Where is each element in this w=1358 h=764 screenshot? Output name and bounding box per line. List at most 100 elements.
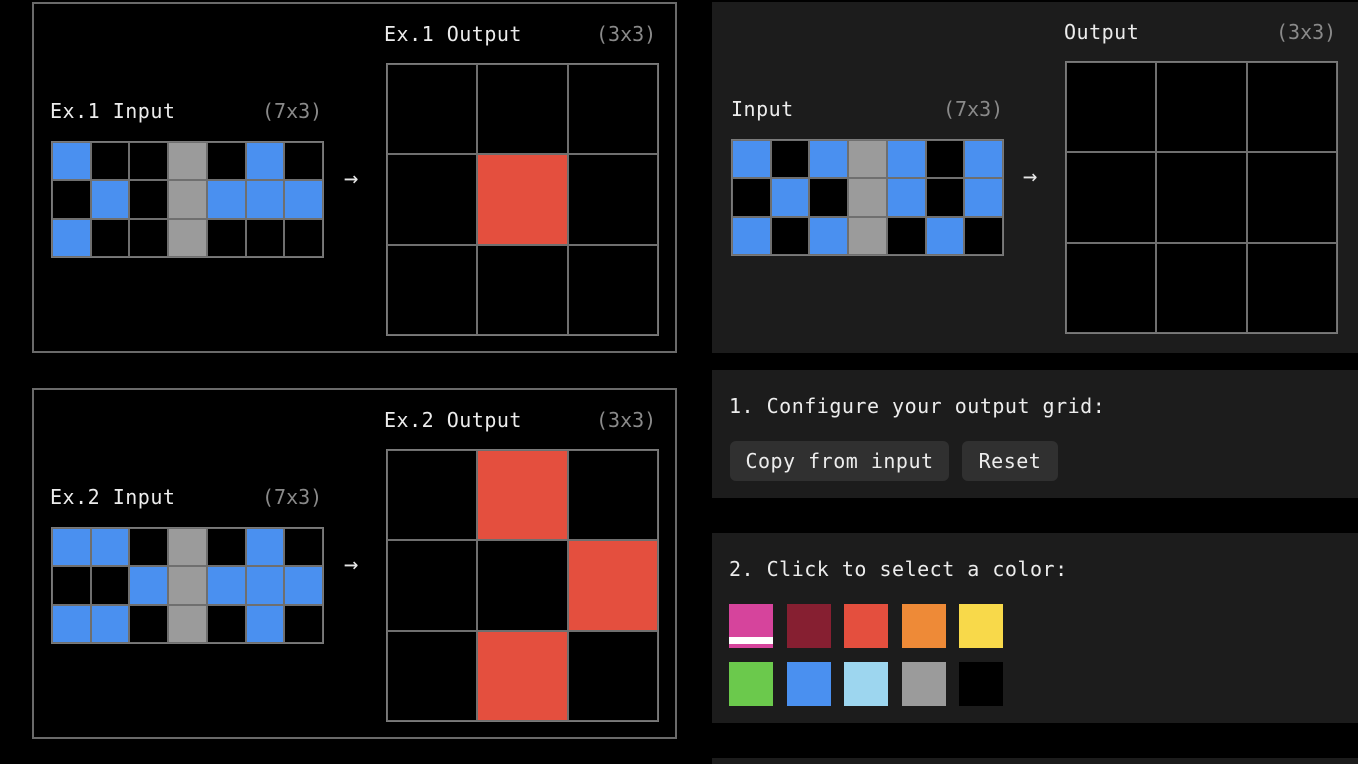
grid-cell [925, 140, 965, 179]
grid-cell [732, 140, 771, 179]
grid-cell [567, 154, 658, 245]
color-swatch-light-blue[interactable] [844, 662, 888, 706]
ex2-arrow-icon: → [344, 550, 359, 578]
grid-cell[interactable] [1066, 242, 1157, 333]
color-swatch-yellow[interactable] [959, 604, 1003, 648]
ex1-output-label: Ex.1 Output [384, 22, 522, 46]
grid-cell [206, 528, 246, 567]
grid-cell [90, 604, 130, 643]
grid-cell [90, 218, 130, 257]
ex1-output-dims: (3x3) [596, 22, 657, 46]
ex2-input-grid [51, 527, 324, 644]
color-select-heading: 2. Click to select a color: [729, 557, 1068, 581]
ex2-output-label: Ex.2 Output [384, 408, 522, 432]
grid-cell [770, 216, 810, 255]
grid-cell [52, 528, 91, 567]
ex1-input-grid [51, 141, 324, 258]
grid-cell [886, 140, 926, 179]
grid-cell [245, 528, 285, 567]
copy-from-input-button[interactable]: Copy from input [730, 441, 949, 481]
grid-cell [206, 604, 246, 643]
grid-cell [52, 142, 91, 181]
grid-cell [809, 216, 849, 255]
grid-cell[interactable] [1066, 152, 1157, 243]
grid-cell [387, 630, 478, 721]
grid-cell [770, 140, 810, 179]
grid-cell [52, 604, 91, 643]
grid-cell [52, 566, 91, 605]
ex2-input-dims: (7x3) [262, 485, 323, 509]
grid-cell [90, 566, 130, 605]
grid-cell [129, 180, 169, 219]
example-1-panel: Ex.1 Output (3x3) Ex.1 Input (7x3) → [32, 2, 677, 353]
grid-cell[interactable] [1156, 62, 1247, 153]
color-swatch-green[interactable] [729, 662, 773, 706]
grid-cell [245, 180, 285, 219]
grid-cell [206, 142, 246, 181]
color-swatch-magenta[interactable] [729, 604, 773, 648]
grid-cell [886, 216, 926, 255]
grid-cell [964, 140, 1003, 179]
color-swatch-gray[interactable] [901, 662, 946, 706]
bottom-divider [712, 758, 1358, 764]
grid-cell [206, 218, 246, 257]
grid-cell[interactable] [1246, 242, 1337, 333]
grid-cell [886, 178, 926, 217]
reset-button[interactable]: Reset [962, 441, 1058, 481]
grid-cell [567, 64, 658, 155]
grid-cell[interactable] [1246, 62, 1337, 153]
color-swatch-black[interactable] [959, 662, 1003, 706]
color-select-card: 2. Click to select a color: [712, 533, 1358, 723]
grid-cell [90, 180, 130, 219]
grid-cell [567, 450, 658, 541]
test-input-dims: (7x3) [943, 97, 1004, 121]
grid-cell [964, 178, 1003, 217]
test-output-grid[interactable] [1065, 61, 1338, 334]
grid-cell [245, 604, 285, 643]
grid-cell [477, 450, 568, 541]
test-input-grid [731, 139, 1004, 256]
grid-cell [168, 218, 207, 257]
color-swatch-maroon[interactable] [786, 604, 831, 648]
grid-cell[interactable] [1246, 152, 1337, 243]
color-swatch-red[interactable] [844, 604, 888, 648]
grid-cell [284, 528, 323, 567]
grid-cell [284, 180, 323, 219]
grid-cell [732, 216, 771, 255]
grid-cell [245, 566, 285, 605]
grid-cell [477, 244, 568, 335]
grid-cell [387, 154, 478, 245]
grid-cell[interactable] [1156, 242, 1247, 333]
grid-cell [52, 180, 91, 219]
grid-cell [168, 566, 207, 605]
grid-cell [129, 604, 169, 643]
grid-cell [387, 450, 478, 541]
grid-cell [925, 178, 965, 217]
grid-cell [567, 244, 658, 335]
grid-cell [129, 142, 169, 181]
example-2-panel: Ex.2 Output (3x3) Ex.2 Input (7x3) → [32, 388, 677, 739]
grid-cell [567, 540, 658, 631]
grid-cell [90, 142, 130, 181]
ex1-input-label: Ex.1 Input [50, 99, 176, 123]
grid-cell [809, 140, 849, 179]
grid-cell [477, 630, 568, 721]
color-swatch-blue[interactable] [786, 662, 831, 706]
grid-cell [168, 180, 207, 219]
ex1-input-dims: (7x3) [262, 99, 323, 123]
grid-cell [168, 528, 207, 567]
grid-cell [477, 64, 568, 155]
grid-cell [206, 566, 246, 605]
grid-cell [925, 216, 965, 255]
grid-cell [284, 566, 323, 605]
grid-cell [567, 630, 658, 721]
grid-cell [284, 604, 323, 643]
color-swatch-orange[interactable] [901, 604, 946, 648]
grid-cell[interactable] [1066, 62, 1157, 153]
grid-cell [129, 566, 169, 605]
grid-cell [52, 218, 91, 257]
test-arrow-icon: → [1023, 162, 1038, 190]
grid-cell[interactable] [1156, 152, 1247, 243]
grid-cell [964, 216, 1003, 255]
grid-cell [284, 218, 323, 257]
